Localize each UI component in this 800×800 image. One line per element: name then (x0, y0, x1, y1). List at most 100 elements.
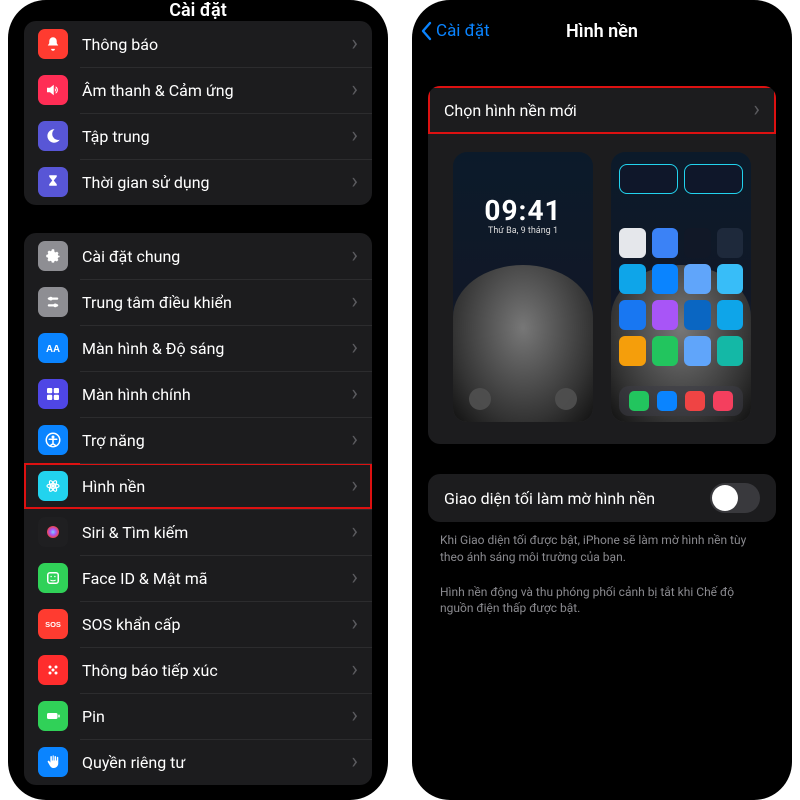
lock-time: 09:41 (453, 194, 593, 227)
row-label: Âm thanh & Cảm ứng (82, 81, 345, 100)
row-label: Màn hình chính (82, 385, 345, 404)
hand-icon (38, 747, 68, 777)
chevron-right-icon: › (351, 705, 358, 727)
access-icon (38, 425, 68, 455)
moon-icon (38, 121, 68, 151)
lockscreen-preview[interactable]: 09:41 Thứ Ba, 9 tháng 1 (453, 152, 593, 422)
chevron-right-icon: › (351, 337, 358, 359)
row-label: Thông báo (82, 35, 345, 54)
settings-list: Thông báo›Âm thanh & Cảm ứng›Tập trung›T… (8, 21, 388, 800)
settings-row-wallpaper[interactable]: Hình nền › (24, 463, 372, 509)
dim-group: Giao diện tối làm mờ hình nền (428, 474, 776, 522)
settings-row-speaker[interactable]: Âm thanh & Cảm ứng › (24, 67, 372, 113)
row-label: Hình nền (82, 477, 345, 496)
camera-icon (555, 388, 577, 410)
settings-row-siri[interactable]: Siri & Tìm kiếm› (24, 509, 372, 555)
page-title: Cài đặt (169, 0, 227, 21)
app-icon (684, 264, 711, 294)
app-icon (652, 264, 679, 294)
settings-row-face[interactable]: Face ID & Mật mã › (24, 555, 372, 601)
homescreen-preview[interactable] (611, 152, 751, 422)
settings-row-access[interactable]: Trợ năng › (24, 417, 372, 463)
dim-toggle-row[interactable]: Giao diện tối làm mờ hình nền (428, 474, 776, 522)
choose-new-wallpaper-row[interactable]: Chọn hình nền mới › (428, 86, 776, 134)
app-icon (619, 300, 646, 330)
chevron-right-icon: › (351, 291, 358, 313)
chevron-right-icon: › (351, 613, 358, 635)
settings-row-sliders[interactable]: Trung tâm điều khiển › (24, 279, 372, 325)
chevron-right-icon: › (351, 33, 358, 55)
bell-icon (38, 29, 68, 59)
settings-row-bell[interactable]: Thông báo › (24, 21, 372, 67)
chevron-right-icon: › (351, 383, 358, 405)
sos-icon: SOS (38, 609, 68, 639)
siri-icon (38, 517, 68, 547)
app-icon (684, 228, 711, 258)
navbar: Cài đặt (8, 0, 388, 21)
chevron-right-icon: › (351, 79, 358, 101)
flashlight-icon (469, 388, 491, 410)
hourglass-icon (38, 167, 68, 197)
chevron-right-icon: › (753, 99, 760, 121)
app-icon (652, 300, 679, 330)
back-button[interactable]: Cài đặt (420, 21, 490, 41)
svg-text:SOS: SOS (45, 620, 61, 629)
wallpaper-phone: Cài đặt Hình nền Chọn hình nền mới › 09:… (412, 0, 792, 800)
row-label: Thông báo tiếp xúc (82, 661, 345, 680)
settings-row-dots[interactable]: Thông báo tiếp xúc › (24, 647, 372, 693)
navbar: Cài đặt Hình nền (412, 0, 792, 62)
chevron-right-icon: › (351, 475, 358, 497)
row-label: Trợ năng (82, 431, 345, 450)
dock-app-icon (629, 391, 649, 411)
app-icon (684, 336, 711, 366)
row-label: Tập trung (82, 127, 345, 146)
gear-icon (38, 241, 68, 271)
settings-group: Thông báo›Âm thanh & Cảm ứng›Tập trung›T… (24, 21, 372, 205)
settings-phone: Cài đặt Thông báo › Âm thanh & Cảm ứng › Tập… (8, 0, 388, 800)
face-icon (38, 563, 68, 593)
calendar-widget (684, 164, 743, 194)
row-label: Pin (82, 707, 345, 726)
row-label: Face ID & Mật mã (82, 569, 345, 588)
app-icon (652, 228, 679, 258)
speaker-icon (38, 75, 68, 105)
clock-widget (619, 164, 678, 194)
chevron-right-icon: › (351, 567, 358, 589)
app-icon (619, 228, 646, 258)
chevron-right-icon: › (351, 751, 358, 773)
chevron-right-icon: › (351, 245, 358, 267)
back-label: Cài đặt (436, 21, 490, 41)
settings-row-hand[interactable]: Quyền riêng tư› (24, 739, 372, 785)
help-text-2: Hình nền động và thu phóng phối cảnh bị … (412, 566, 792, 618)
settings-row-sos[interactable]: SOS SOS khẩn cấp › (24, 601, 372, 647)
settings-row-home[interactable]: Màn hình chính › (24, 371, 372, 417)
app-icon (652, 336, 679, 366)
row-label: Cài đặt chung (82, 247, 345, 266)
row-label: SOS khẩn cấp (82, 615, 345, 634)
app-icon (717, 336, 744, 366)
wallpaper-icon (38, 471, 68, 501)
settings-row-battery[interactable]: Pin › (24, 693, 372, 739)
wallpaper-previews: 09:41 Thứ Ba, 9 tháng 1 (428, 134, 776, 444)
settings-row-moon[interactable]: Tập trung› (24, 113, 372, 159)
wallpaper-chooser-group: Chọn hình nền mới › 09:41 Thứ Ba, 9 thán… (428, 86, 776, 444)
lock-subtitle: Thứ Ba, 9 tháng 1 (453, 226, 593, 236)
home-icon (38, 379, 68, 409)
dim-switch[interactable] (710, 483, 760, 513)
home-app-grid (619, 228, 743, 382)
dock-app-icon (713, 391, 733, 411)
row-label: Trung tâm điều khiển (82, 293, 345, 312)
sliders-icon (38, 287, 68, 317)
widgets-row (619, 164, 743, 220)
app-icon (717, 228, 744, 258)
settings-row-aa[interactable]: AAMàn hình & Độ sáng› (24, 325, 372, 371)
settings-group: Cài đặt chung›Trung tâm điều khiển›AAMàn… (24, 233, 372, 785)
app-icon (717, 264, 744, 294)
dock-app-icon (685, 391, 705, 411)
chevron-right-icon: › (351, 659, 358, 681)
settings-row-hourglass[interactable]: Thời gian sử dụng› (24, 159, 372, 205)
dots-icon (38, 655, 68, 685)
choose-label: Chọn hình nền mới (444, 101, 747, 120)
settings-row-gear[interactable]: Cài đặt chung › (24, 233, 372, 279)
chevron-right-icon: › (351, 429, 358, 451)
